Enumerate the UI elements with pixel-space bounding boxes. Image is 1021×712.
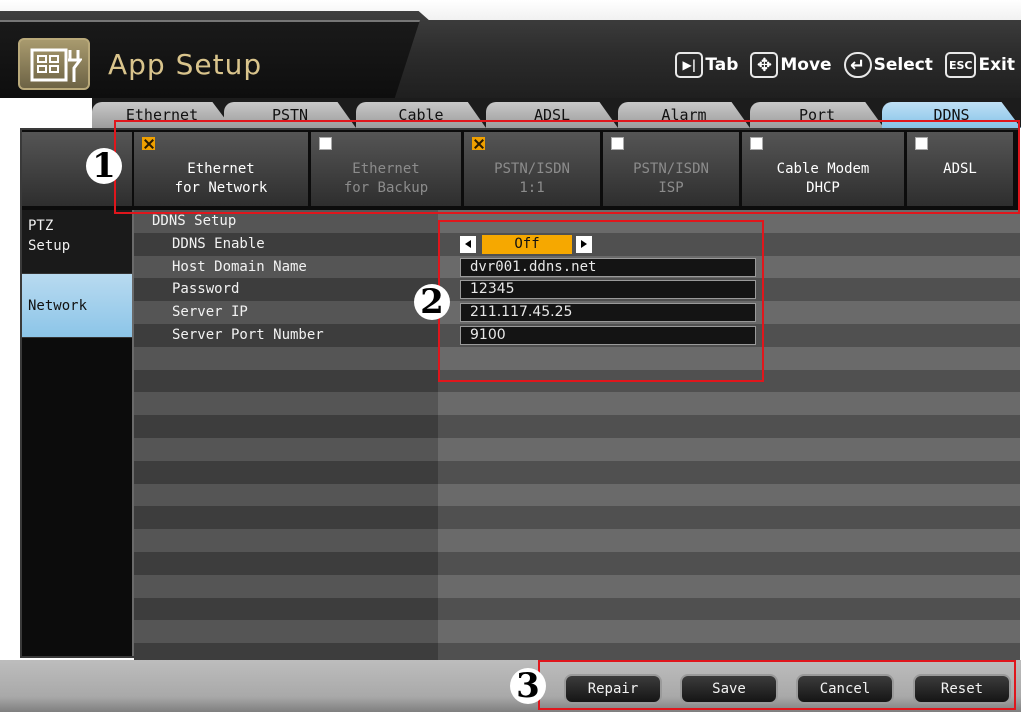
title-bar: App Setup ▶| Tab ✥ Move ↵ Select ESC Exi… [0,0,1021,98]
row-label [134,346,438,370]
table-row [134,483,1020,507]
hint-exit: ESC Exit [944,52,1015,78]
row-label [134,369,438,393]
ddns-enable-label: DDNS Enable [134,232,438,256]
title-bar-highlight [0,0,1021,20]
callout-badge-3: 3 [510,668,546,704]
row-label [134,506,438,530]
sidebar-item-label: PTZ [28,218,54,234]
callout-box-1 [114,120,1020,214]
esc-key-icon: ESC [944,52,977,78]
callout-badge-2: 2 [414,284,450,320]
move-key-icon: ✥ [750,52,779,78]
table-row [134,506,1020,530]
hint-move: ✥ Move [750,52,832,78]
table-row [134,415,1020,438]
row-value [438,483,1020,507]
page-title: App Setup [108,48,263,81]
row-label [134,392,438,416]
row-value [438,597,1020,621]
row-value [438,437,1020,461]
sidebar: PTZ Setup Network [22,210,132,656]
table-row [134,529,1020,552]
row-value [438,460,1020,484]
table-row [134,392,1020,416]
row-label [134,620,438,644]
hint-tab: ▶| Tab [675,52,738,78]
sidebar-item-label: Setup [28,238,71,254]
password-label: Password [134,278,438,302]
hint-select-label: Select [873,55,933,75]
hint-tab-label: Tab [705,55,739,75]
row-value [438,529,1020,552]
table-row [134,460,1020,484]
row-label [134,437,438,461]
row-label [134,415,438,438]
row-label [134,483,438,507]
row-label [134,597,438,621]
select-key-icon: ↵ [843,52,872,78]
row-label [134,574,438,598]
tab-key-icon: ▶| [675,52,704,78]
row-value [438,574,1020,598]
table-row [134,620,1020,644]
table-row [134,574,1020,598]
row-value [438,551,1020,575]
hint-move-label: Move [780,55,832,75]
server-ip-label: Server IP [134,301,438,324]
table-row [134,597,1020,621]
callout-box-3 [538,660,1016,710]
callout-badge-1: 1 [86,148,122,184]
row-value [438,620,1020,644]
sidebar-item-network[interactable]: Network [22,274,132,338]
hint-exit-label: Exit [978,55,1015,75]
row-value [438,415,1020,438]
key-hints: ▶| Tab ✥ Move ↵ Select ESC Exit [669,52,1015,78]
row-label [134,529,438,552]
sidebar-item-ptz-setup[interactable]: PTZ Setup [22,210,132,274]
hint-select: ↵ Select [843,52,933,78]
sidebar-item-label: Network [28,298,88,314]
row-value [438,506,1020,530]
row-label [134,551,438,575]
app-setup-icon [18,38,90,90]
server-port-label: Server Port Number [134,323,438,347]
callout-box-2 [438,220,764,382]
table-row [134,437,1020,461]
table-row [134,551,1020,575]
row-value [438,392,1020,416]
row-label [134,460,438,484]
host-domain-label: Host Domain Name [134,255,438,279]
